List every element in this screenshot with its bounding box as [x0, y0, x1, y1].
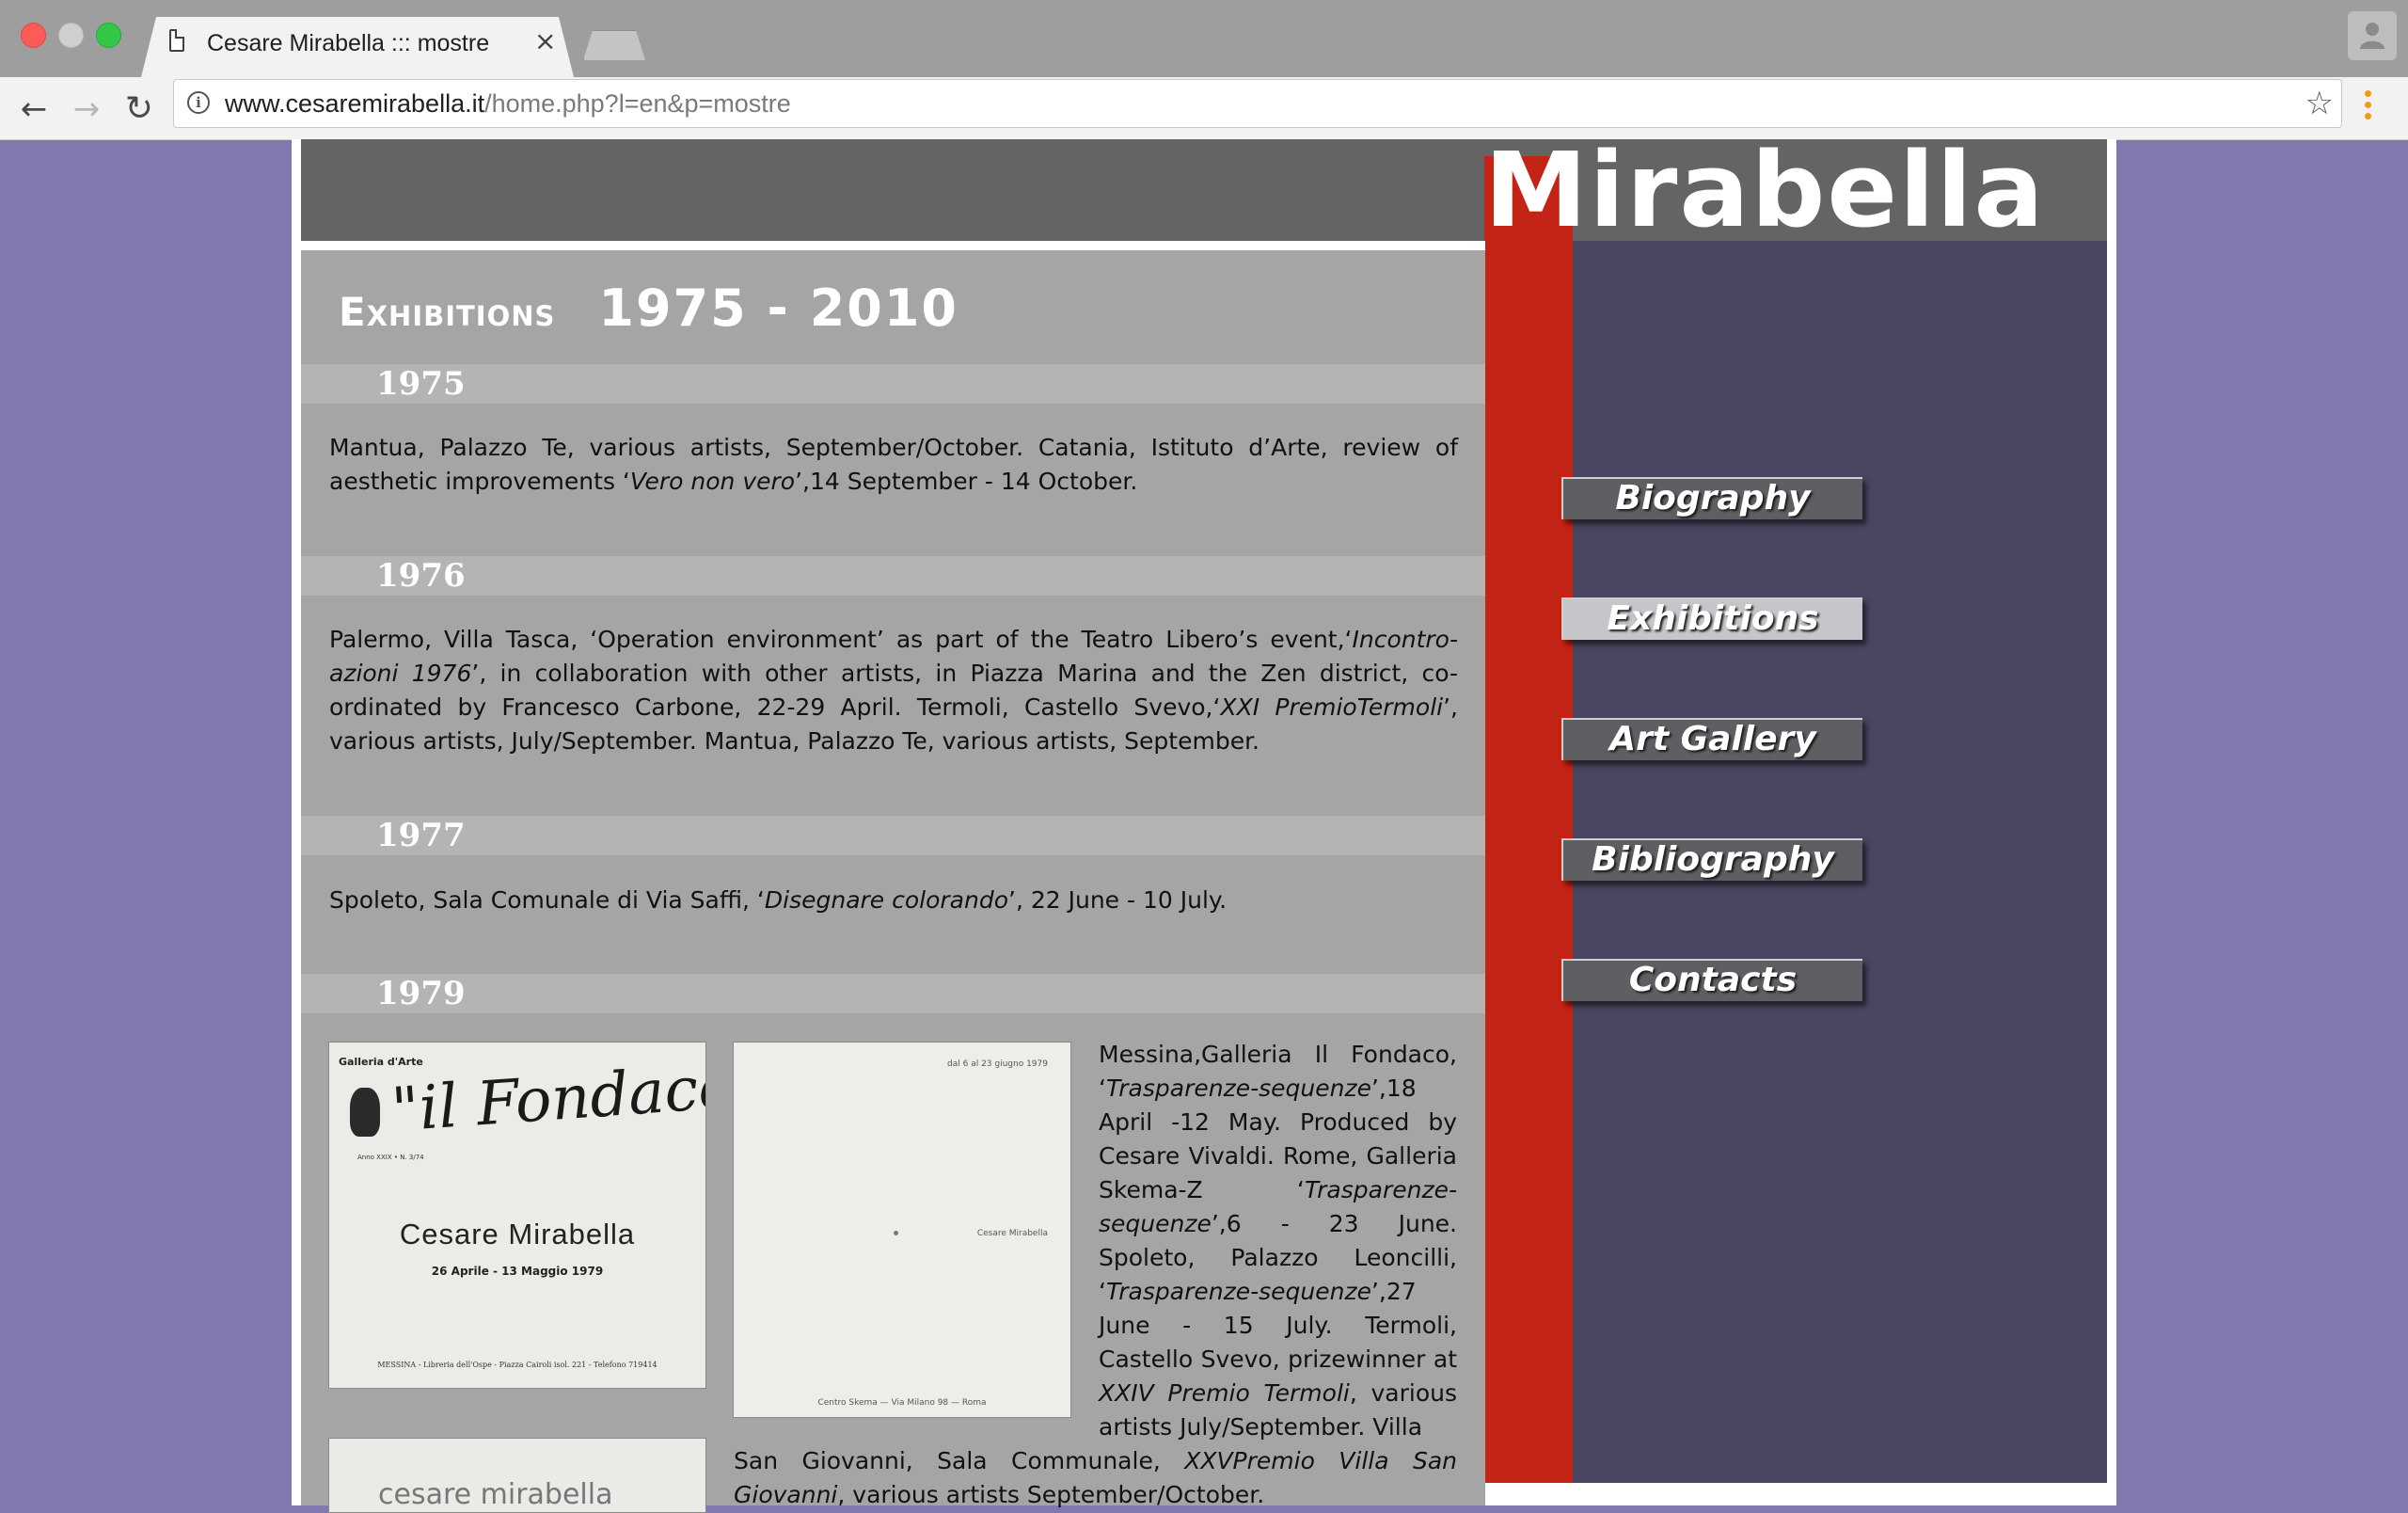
url-text[interactable]: www.cesaremirabella.it/home.php?l=en&p=m… [225, 89, 791, 119]
window-close-button[interactable] [21, 23, 46, 48]
year-label: 1979 [376, 975, 466, 1012]
year-label: 1976 [376, 557, 466, 595]
reload-icon[interactable]: ↻ [120, 90, 158, 128]
catalog-footer: MESSINA - Libreria dell'Ospe - Piazza Ca… [377, 1361, 657, 1369]
page-title-section: Exhibitions [339, 289, 556, 335]
year-heading-band: 1976 [301, 556, 1485, 596]
nav-label: Contacts [1628, 961, 1798, 999]
person-icon [2360, 23, 2384, 49]
exhibition-paragraph-continued: San Giovanni, Sala Communale, XXVPremio … [734, 1447, 1458, 1508]
catalog-artist-name: cesare mirabella [378, 1478, 613, 1511]
sidebar-red-stripe [1485, 241, 1573, 1483]
nav-bibliography-button[interactable]: Bibliography [1561, 838, 1862, 881]
catalog-mark [894, 1231, 898, 1235]
catalog-image-skema[interactable]: dal 6 al 23 giugno 1979 Cesare Mirabella… [733, 1042, 1071, 1418]
browser-menu-icon[interactable] [2365, 90, 2372, 124]
browser-tab-strip: Cesare Mirabella ::: mostre × [0, 0, 2408, 77]
info-icon[interactable]: i [187, 91, 210, 114]
url-path: /home.php?l=en&p=mostre [484, 89, 791, 118]
exhibition-paragraph: Mantua, Palazzo Te, various artists, Sep… [329, 434, 1458, 495]
year-label: 1975 [376, 365, 466, 403]
bookmark-star-icon[interactable]: ☆ [2305, 86, 2334, 121]
profile-button[interactable] [2348, 11, 2397, 60]
page-title: Exhibitions 1975 - 2010 [339, 279, 958, 338]
page-title-years: 1975 - 2010 [598, 279, 958, 338]
nav-biography-button[interactable]: Biography [1561, 477, 1862, 519]
window-minimize-button[interactable] [58, 23, 84, 48]
catalog-issue-text: Anno XXIX • N. 3/74 [357, 1154, 424, 1161]
window-maximize-button[interactable] [96, 23, 121, 48]
gallery-mask-logo [350, 1088, 380, 1137]
year-heading-band: 1975 [301, 364, 1485, 404]
nav-exhibitions-button[interactable]: Exhibitions [1561, 597, 1862, 640]
document-icon [169, 29, 184, 52]
browser-tab[interactable]: Cesare Mirabella ::: mostre × [141, 17, 574, 77]
nav-label: Bibliography [1592, 840, 1834, 879]
nav-label: Art Gallery [1609, 720, 1816, 758]
catalog-dates: 26 Aprile - 13 Maggio 1979 [431, 1265, 604, 1278]
year-label: 1977 [376, 817, 466, 854]
nav-art-gallery-button[interactable]: Art Gallery [1561, 718, 1862, 760]
nav-label: Biography [1615, 479, 1811, 518]
tab-title: Cesare Mirabella ::: mostre [207, 30, 490, 56]
catalog-footer: Centro Skema — Via Milano 98 — Roma [817, 1398, 987, 1408]
catalog-image-third[interactable]: cesare mirabella [328, 1438, 706, 1513]
catalog-script-title: "il Fondaco" [388, 1050, 706, 1146]
exhibition-paragraph: Palermo, Villa Tasca, ‘Operation environ… [329, 626, 1459, 755]
new-tab-button[interactable] [583, 30, 645, 60]
catalog-image-fondaco[interactable]: Galleria d'Arte "il Fondaco" Anno XXIX •… [328, 1042, 706, 1389]
url-domain: www.cesaremirabella.it [225, 89, 485, 118]
back-arrow-icon[interactable]: ← [15, 90, 53, 128]
tab-close-icon[interactable]: × [534, 28, 556, 55]
forward-arrow-icon[interactable]: → [68, 90, 105, 128]
catalog-gallery-text: Galleria d'Arte [339, 1056, 423, 1068]
nav-label: Exhibitions [1607, 599, 1819, 638]
catalog-artist-name: Cesare Mirabella [399, 1218, 636, 1250]
site-logo[interactable]: Mirabella [1484, 139, 2046, 241]
nav-contacts-button[interactable]: Contacts [1561, 959, 1862, 1001]
year-heading-band: 1979 [301, 974, 1485, 1013]
address-bar[interactable]: i www.cesaremirabella.it/home.php?l=en&p… [173, 79, 2342, 128]
year-heading-band: 1977 [301, 816, 1485, 855]
exhibition-paragraph: Spoleto, Sala Comunale di Via Saffi, ‘Di… [329, 886, 1228, 914]
catalog-artist-name: Cesare Mirabella [976, 1229, 1048, 1238]
catalog-dates: dal 6 al 23 giugno 1979 [947, 1059, 1048, 1069]
exhibition-paragraph: Messina,Galleria Il Fondaco, ‘Trasparenz… [1099, 1041, 1457, 1441]
